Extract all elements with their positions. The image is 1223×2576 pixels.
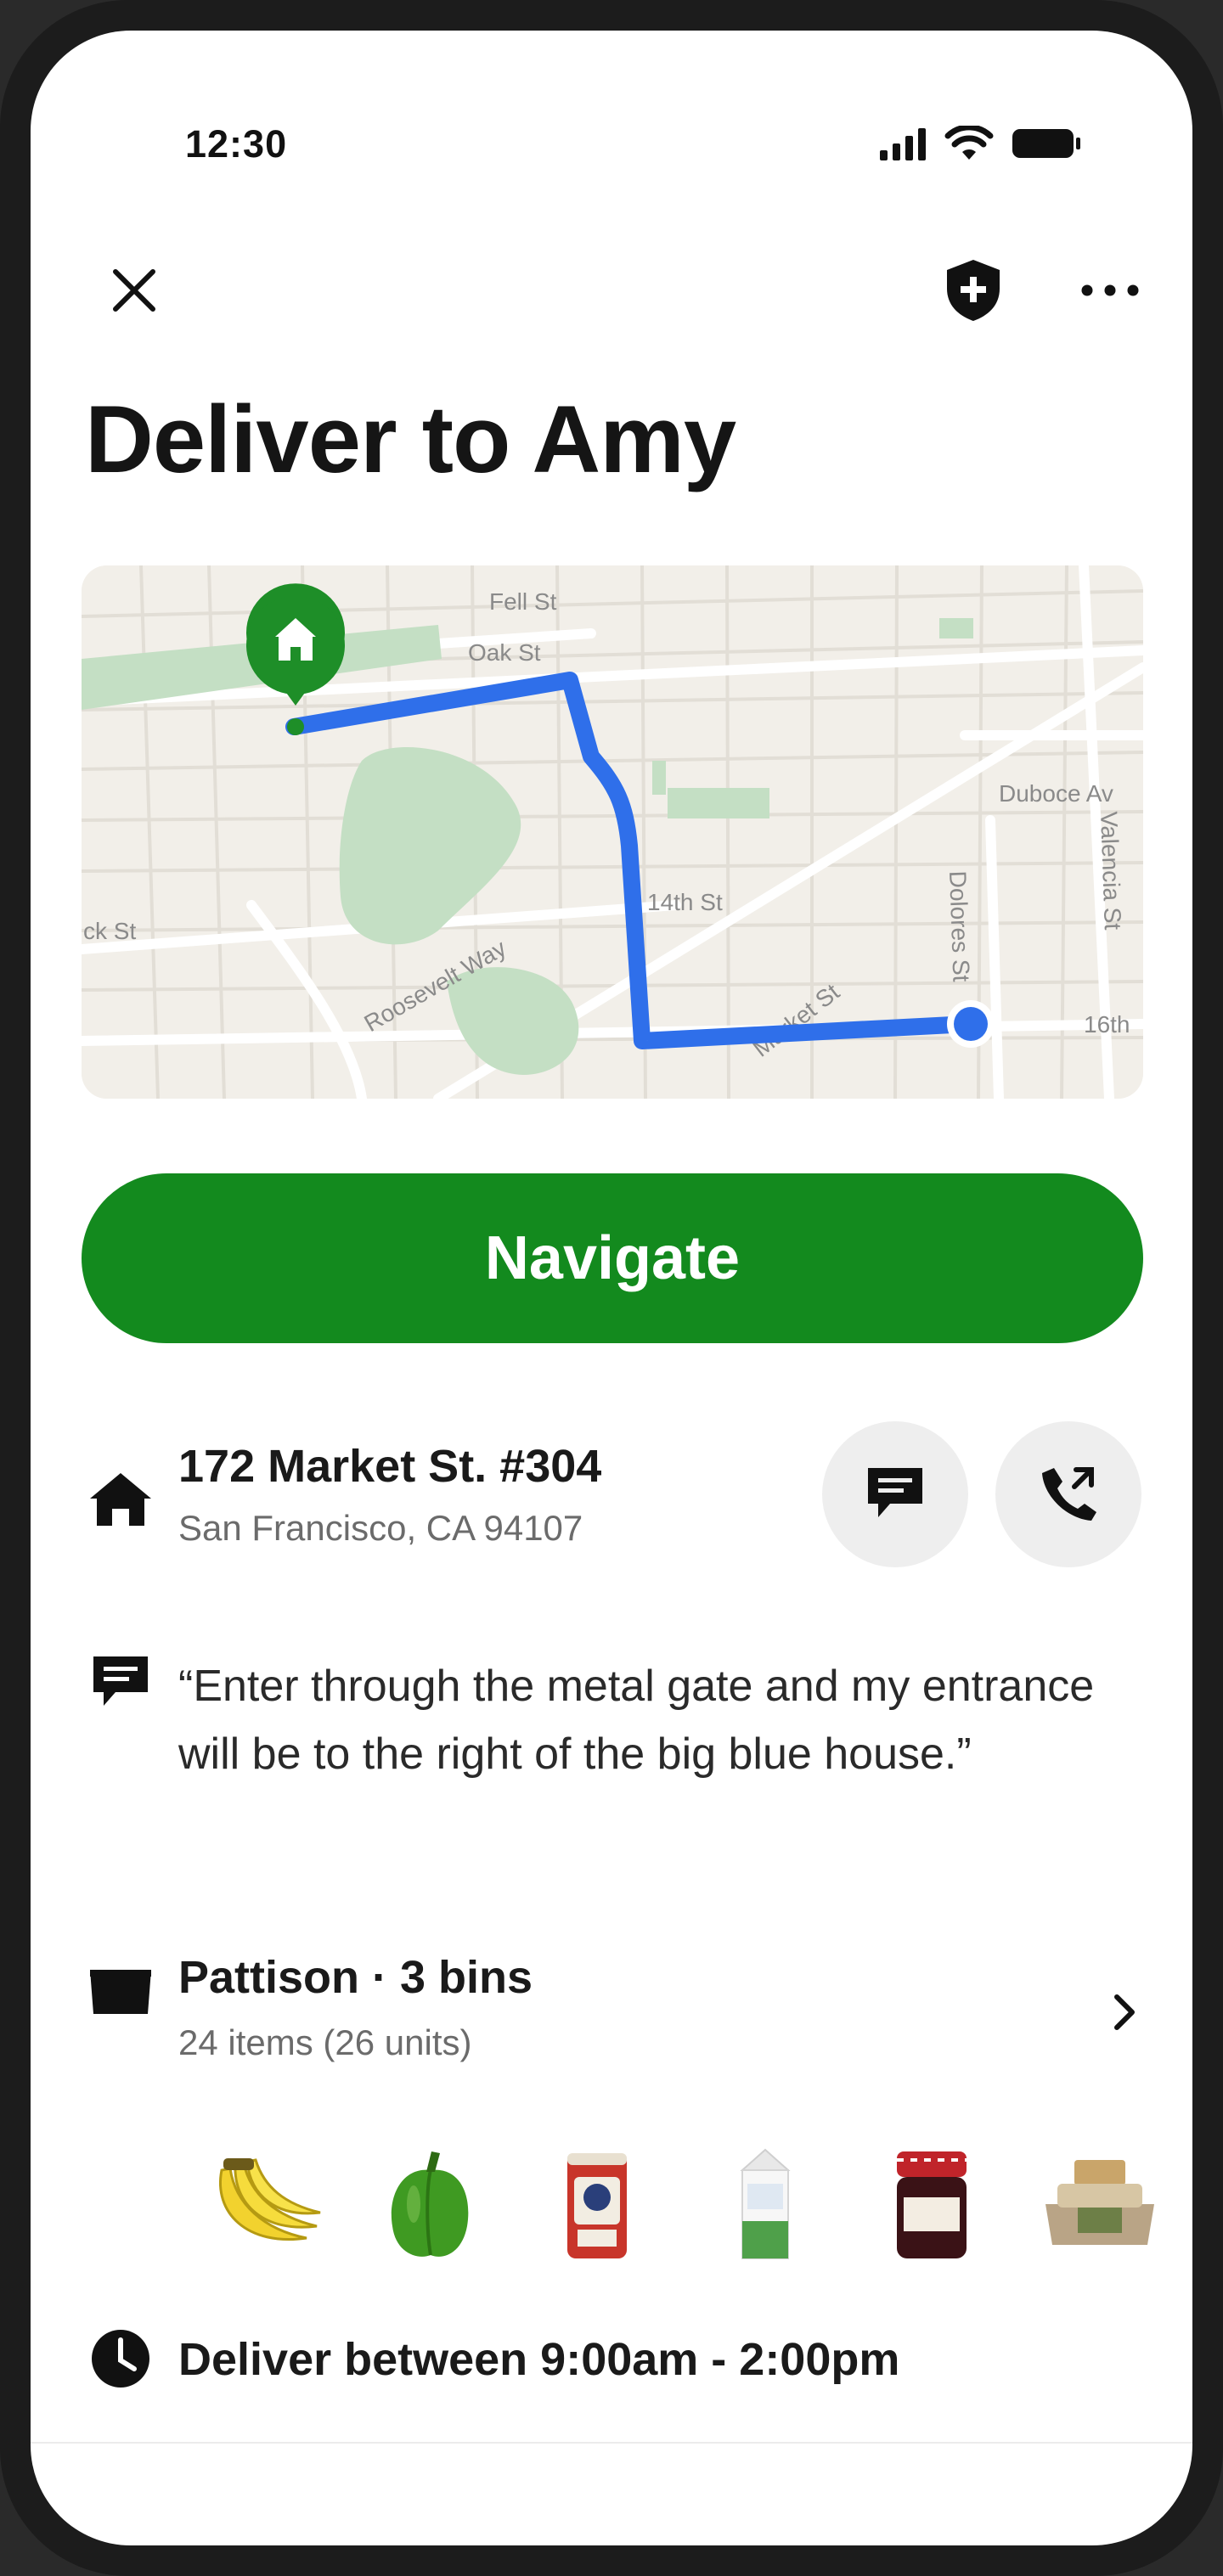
call-customer-button[interactable] (995, 1421, 1141, 1567)
order-subtitle: 24 items (26 units) (178, 2022, 472, 2062)
address-line1: 172 Market St. #304 (178, 1441, 602, 1492)
navigate-button[interactable]: Navigate (82, 1173, 1143, 1343)
more-horizontal-icon (1080, 284, 1140, 301)
street-label-oak: Oak St (468, 639, 541, 666)
street-label-14th: 14th St (647, 889, 723, 915)
item-jam-jar (868, 2136, 995, 2272)
phone-icon (1039, 1463, 1098, 1527)
item-oats-canister (533, 2136, 661, 2272)
order-details-button[interactable] (1091, 1980, 1158, 2048)
shield-plus-icon (944, 258, 1003, 327)
page-title: Deliver to Amy (85, 386, 736, 492)
more-options-button[interactable] (1063, 250, 1157, 335)
safety-toolkit-button[interactable] (931, 250, 1016, 335)
status-icons (880, 124, 1082, 166)
bin-icon (85, 1956, 156, 2028)
street-label-dolores: Dolores St (944, 870, 975, 982)
street-label-duboce: Duboce Av (999, 780, 1113, 807)
current-location-dot (947, 1000, 995, 1048)
delivery-window: Deliver between 9:00am - 2:00pm (178, 2334, 900, 2385)
street-label-valencia: Valencia St (1096, 811, 1126, 931)
cellular-signal-icon (880, 127, 927, 165)
bottom-divider (31, 2442, 1192, 2444)
street-label-ck: ck St (83, 918, 136, 944)
wifi-icon (944, 124, 994, 166)
item-bananas (200, 2136, 328, 2272)
route-map[interactable]: Fell St Oak St Duboce Av Valencia St Dol… (82, 565, 1143, 1099)
clock-icon (85, 2323, 156, 2394)
message-icon (85, 1645, 156, 1717)
message-icon (865, 1465, 926, 1525)
device-frame: 12:30 Deliver to Amy Fell St Oak St Dubo… (0, 0, 1223, 2576)
order-items (200, 2136, 1177, 2272)
street-label-fell: Fell St (489, 588, 557, 615)
screen: 12:30 Deliver to Amy Fell St Oak St Dubo… (31, 31, 1192, 2545)
message-customer-button[interactable] (822, 1421, 968, 1567)
close-icon (109, 265, 160, 320)
address-line2: San Francisco, CA 94107 (178, 1508, 583, 1548)
chevron-right-icon (1112, 1994, 1137, 2035)
order-title: Pattison · 3 bins (178, 1952, 533, 2003)
item-green-pepper (367, 2136, 494, 2272)
item-egg-carton (1036, 2136, 1164, 2272)
status-time: 12:30 (185, 122, 288, 166)
home-icon (85, 1464, 156, 1535)
battery-icon (1011, 127, 1082, 165)
item-milk-carton (702, 2136, 829, 2272)
close-button[interactable] (92, 250, 177, 335)
delivery-note: “Enter through the metal gate and my ent… (178, 1662, 1095, 1779)
street-label-16th: 16th (1084, 1011, 1130, 1038)
